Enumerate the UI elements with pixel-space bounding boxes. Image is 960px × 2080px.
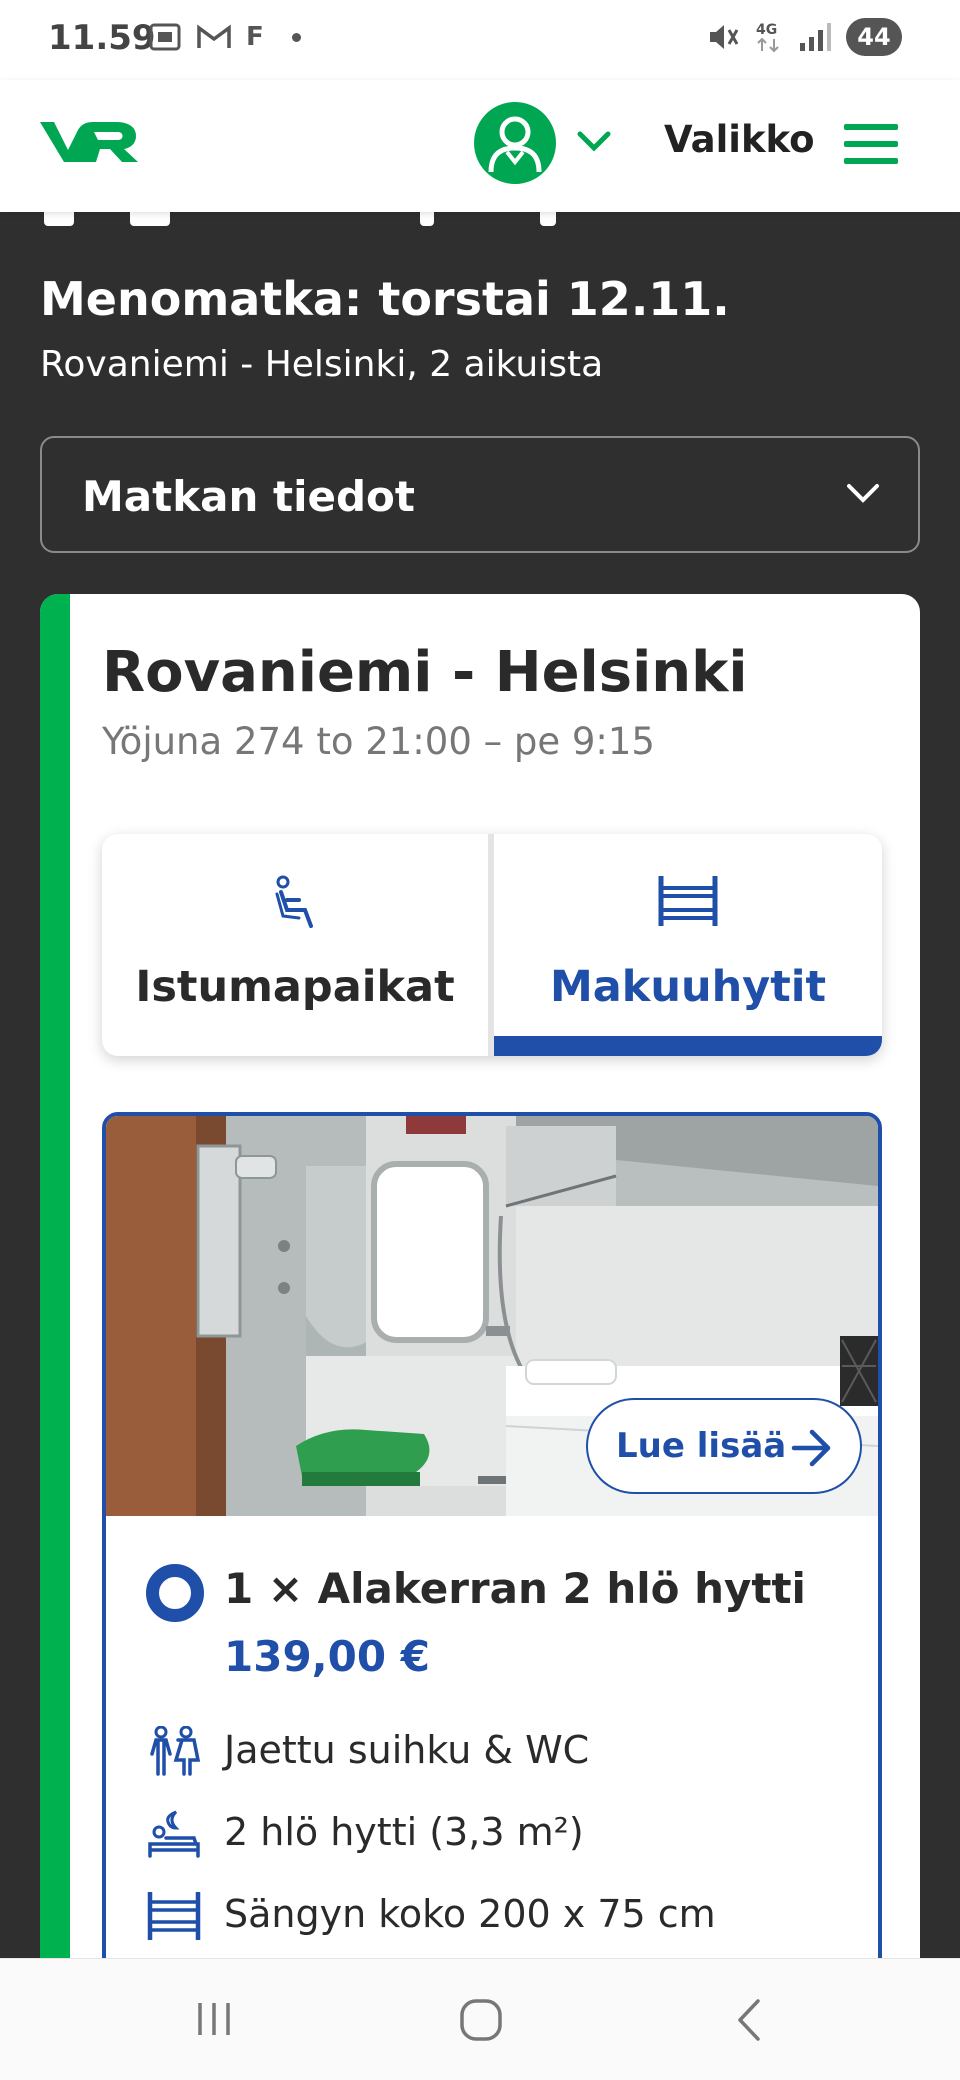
- cabin-radio-button[interactable]: [146, 1564, 204, 1622]
- card-accent-stripe: [40, 594, 70, 2074]
- feature-text: 2 hlö hytti (3,3 m²): [224, 1810, 584, 1854]
- arrow-right-icon: [791, 1429, 831, 1467]
- tab-seats[interactable]: Istumapaikat: [102, 834, 488, 1056]
- scrolled-heading-remnant: [40, 212, 740, 226]
- trip-subtitle: Rovaniemi - Helsinki, 2 aikuista: [40, 344, 604, 385]
- route-title: Rovaniemi - Helsinki: [102, 640, 748, 705]
- svg-text:4G: 4G: [756, 22, 777, 38]
- seat-icon: [275, 875, 313, 928]
- tab-sleeper-cabins[interactable]: Makuuhytit: [494, 834, 882, 1056]
- trip-title: Menomatka: torstai 12.11.: [40, 272, 730, 326]
- menu-button-label[interactable]: Valikko: [664, 118, 815, 161]
- mute-icon: [710, 25, 739, 49]
- cabin-option-card[interactable]: Lue lisää 1 × Alakerran 2 hlö hytti 139,…: [102, 1112, 882, 2074]
- chevron-down-icon[interactable]: [574, 126, 614, 156]
- train-info: Yöjuna 274 to 21:00 – pe 9:15: [102, 720, 655, 763]
- tab-selected-indicator: [494, 1036, 882, 1056]
- read-more-button[interactable]: Lue lisää: [586, 1398, 862, 1494]
- home-icon[interactable]: [458, 1997, 504, 2043]
- notification-dot-icon: [291, 32, 301, 42]
- read-more-label: Lue lisää: [616, 1426, 787, 1466]
- 4g-icon: 4G: [756, 22, 779, 53]
- user-avatar[interactable]: [474, 102, 556, 184]
- recent-apps-icon[interactable]: [192, 1997, 236, 2041]
- tab-seats-label: Istumapaikat: [135, 962, 455, 1012]
- chevron-down-icon: [847, 484, 879, 503]
- status-time: 11.59: [48, 18, 156, 58]
- status-bar: 11.59 F 4G 44: [0, 0, 960, 80]
- trip-details-label: Matkan tiedot: [82, 472, 415, 521]
- class-tabs: Istumapaikat Makuuhytit: [102, 834, 882, 1056]
- journey-card: Rovaniemi - Helsinki Yöjuna 274 to 21:00…: [40, 594, 920, 2074]
- back-icon[interactable]: [730, 1997, 770, 2043]
- signal-icon: [800, 23, 831, 51]
- user-icon: [488, 116, 542, 173]
- shared-shower-icon: [150, 1726, 201, 1776]
- screenshot-icon: [149, 23, 181, 51]
- tab-sleeper-label: Makuuhytit: [549, 962, 827, 1012]
- sleeping-person-icon: [148, 1810, 200, 1858]
- feature-text: Jaettu suihku & WC: [224, 1728, 590, 1772]
- app-header: Valikko: [0, 80, 960, 212]
- vr-logo[interactable]: [38, 116, 142, 168]
- gmail-icon: [197, 24, 231, 48]
- trip-details-toggle[interactable]: Matkan tiedot: [40, 436, 920, 553]
- system-nav-bar: [0, 1958, 960, 2080]
- bed-size-icon: [147, 1892, 201, 1940]
- f-app-icon: F: [246, 22, 264, 52]
- cabin-title: 1 × Alakerran 2 hlö hytti: [224, 1564, 806, 1613]
- hamburger-menu-icon[interactable]: [842, 120, 900, 168]
- feature-text: Sängyn koko 200 x 75 cm: [224, 1892, 716, 1936]
- bunk-bed-icon: [658, 876, 718, 926]
- battery-icon: 44: [846, 18, 902, 56]
- cabin-price: 139,00 €: [224, 1632, 430, 1681]
